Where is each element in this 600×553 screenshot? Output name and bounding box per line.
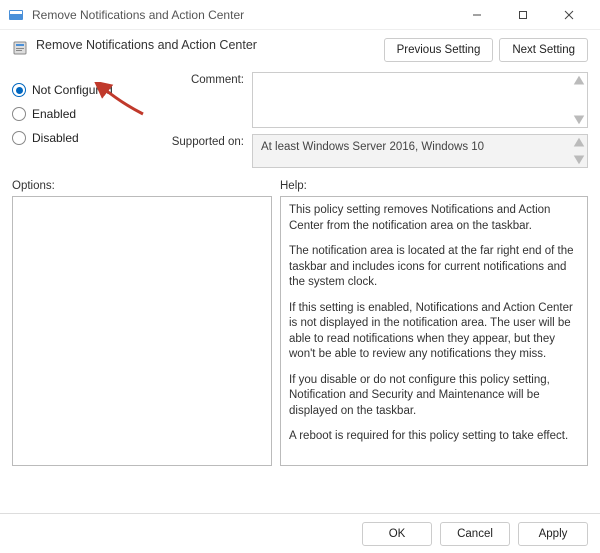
scroll-down-icon[interactable]: [572, 152, 586, 166]
help-paragraph: If you disable or do not configure this …: [289, 373, 579, 420]
app-icon: [8, 7, 24, 23]
radio-label: Enabled: [32, 107, 76, 121]
help-paragraph: This policy setting removes Notification…: [289, 203, 579, 234]
help-panel: This policy setting removes Notification…: [280, 196, 588, 466]
next-setting-button[interactable]: Next Setting: [499, 38, 588, 62]
radio-icon: [12, 83, 26, 97]
supported-on-value: At least Windows Server 2016, Windows 10: [261, 141, 484, 153]
comment-label: Comment:: [162, 72, 252, 86]
state-radio-group: Not Configured Enabled Disabled: [12, 72, 162, 174]
scroll-up-icon[interactable]: [572, 74, 586, 88]
supported-on-field: At least Windows Server 2016, Windows 10: [252, 134, 588, 168]
minimize-button[interactable]: [454, 0, 500, 30]
cancel-button[interactable]: Cancel: [440, 522, 510, 546]
close-button[interactable]: [546, 0, 592, 30]
ok-button[interactable]: OK: [362, 522, 432, 546]
radio-disabled[interactable]: Disabled: [12, 126, 162, 150]
window-title: Remove Notifications and Action Center: [32, 8, 244, 22]
maximize-button[interactable]: [500, 0, 546, 30]
help-paragraph: The notification area is located at the …: [289, 244, 579, 291]
radio-label: Disabled: [32, 131, 79, 145]
dialog-footer: OK Cancel Apply: [0, 513, 600, 553]
policy-icon: [12, 40, 28, 56]
help-label: Help:: [280, 180, 588, 192]
options-label: Options:: [12, 180, 272, 192]
radio-icon: [12, 131, 26, 145]
apply-button[interactable]: Apply: [518, 522, 588, 546]
previous-setting-button[interactable]: Previous Setting: [384, 38, 494, 62]
scroll-down-icon[interactable]: [572, 112, 586, 126]
help-paragraph: A reboot is required for this policy set…: [289, 429, 579, 445]
radio-not-configured[interactable]: Not Configured: [12, 78, 162, 102]
comment-textarea[interactable]: [252, 72, 588, 128]
options-panel: [12, 196, 272, 466]
help-paragraph: If this setting is enabled, Notification…: [289, 301, 579, 363]
radio-label: Not Configured: [32, 83, 113, 97]
policy-title: Remove Notifications and Action Center: [36, 38, 257, 52]
radio-enabled[interactable]: Enabled: [12, 102, 162, 126]
scrollbar[interactable]: [572, 74, 586, 126]
title-bar: Remove Notifications and Action Center: [0, 0, 600, 30]
supported-on-label: Supported on:: [162, 134, 252, 148]
scrollbar[interactable]: [572, 136, 586, 166]
scroll-up-icon[interactable]: [572, 136, 586, 150]
header-row: Remove Notifications and Action Center P…: [0, 30, 600, 66]
radio-icon: [12, 107, 26, 121]
